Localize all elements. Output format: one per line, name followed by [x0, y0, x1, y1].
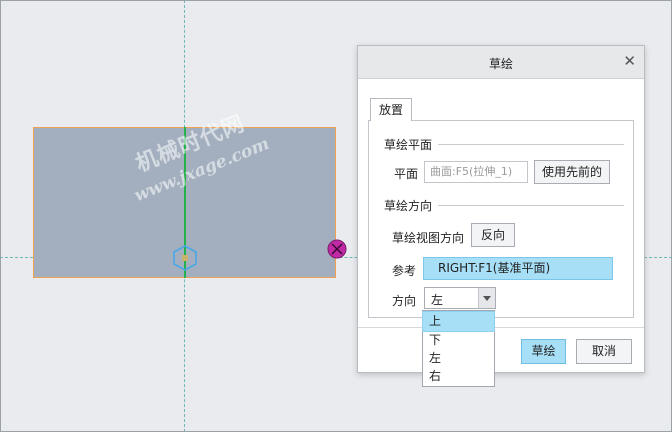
orientation-select[interactable]: 左: [424, 287, 496, 309]
dialog-titlebar[interactable]: 草绘 ✕: [358, 46, 644, 79]
chevron-down-icon[interactable]: [478, 288, 495, 308]
view-direction-label: 草绘视图方向: [392, 231, 465, 245]
flip-direction-button[interactable]: 反向: [471, 223, 515, 247]
divider: [438, 144, 624, 145]
orientation-option-up[interactable]: 上: [422, 311, 495, 332]
orientation-option-down[interactable]: 下: [423, 331, 494, 350]
use-previous-button[interactable]: 使用先前的: [534, 160, 610, 184]
plane-center-hexagon-icon[interactable]: [173, 245, 197, 271]
orientation-select-value: 左: [431, 293, 444, 307]
orientation-dropdown-list: 上 下 左 右: [422, 310, 495, 387]
dialog-title: 草绘: [488, 57, 513, 71]
cancel-button[interactable]: 取消: [576, 339, 632, 364]
orientation-option-right[interactable]: 右: [423, 367, 494, 386]
sketch-dialog: 草绘 ✕ 放置 草绘平面 平面 曲面:F5(拉伸_1) 使用先前的 草绘方向 草…: [357, 45, 645, 373]
sketch-plane-section-label: 草绘平面: [384, 138, 433, 152]
plane-label: 平面: [394, 167, 419, 181]
reference-label: 参考: [392, 264, 417, 278]
orientation-option-left[interactable]: 左: [423, 349, 494, 368]
sketch-ok-button[interactable]: 草绘: [521, 339, 566, 364]
divider: [438, 205, 624, 206]
tab-placement[interactable]: 放置: [370, 98, 412, 121]
reference-field[interactable]: RIGHT:F1(基准平面): [423, 257, 613, 280]
direction-handle-icon[interactable]: [326, 238, 348, 260]
sketch-orientation-section-label: 草绘方向: [384, 199, 433, 213]
close-icon[interactable]: ✕: [623, 52, 636, 70]
orientation-label: 方向: [392, 294, 417, 308]
plane-field[interactable]: 曲面:F5(拉伸_1): [424, 161, 528, 183]
divider: [358, 327, 644, 328]
